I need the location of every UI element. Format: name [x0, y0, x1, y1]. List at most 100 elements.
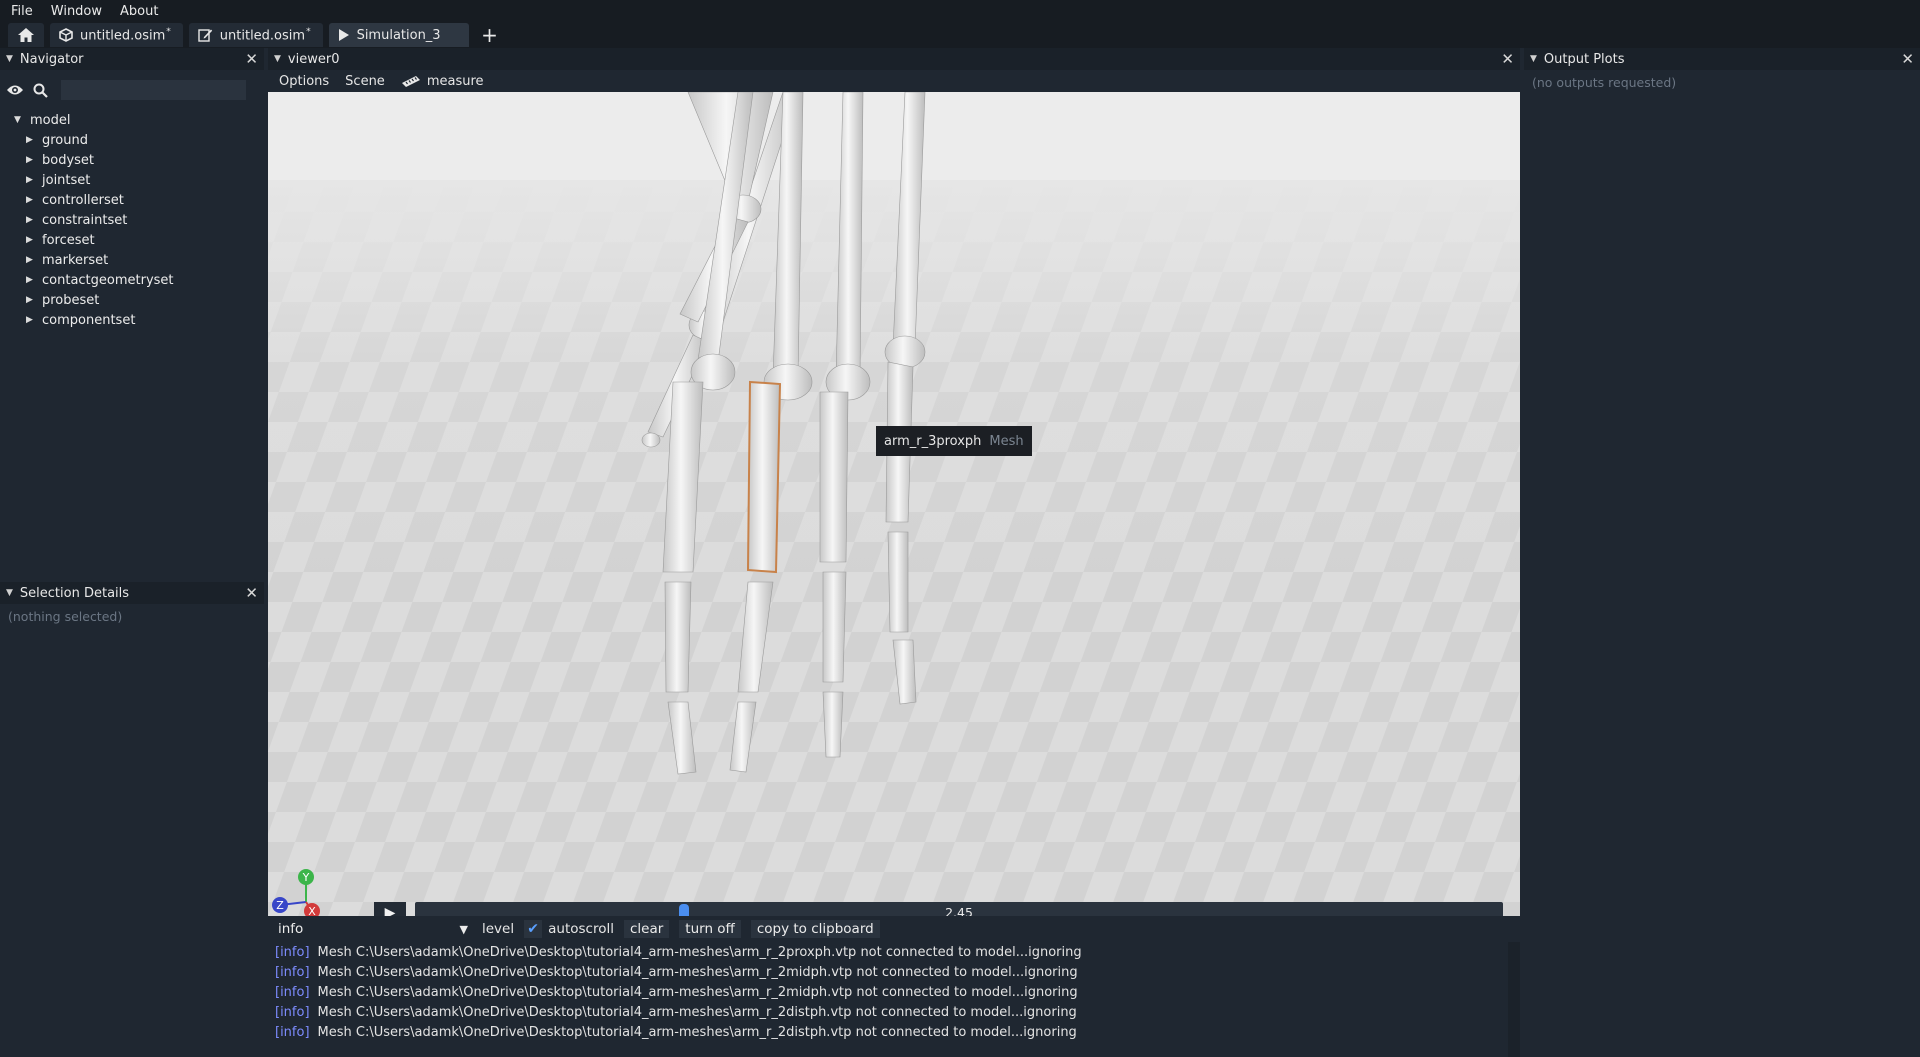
log-scrollbar[interactable]	[1508, 942, 1520, 1057]
level-label: level	[482, 921, 515, 937]
collapsed-arrow-icon: ▶	[26, 155, 33, 165]
collapse-icon[interactable]: ▼	[274, 54, 281, 64]
collapsed-arrow-icon: ▶	[26, 215, 33, 225]
tree-item-label: constraintset	[42, 212, 128, 228]
tab-simulation[interactable]: Simulation_3	[328, 23, 469, 47]
axes-gizmo[interactable]: Y Z X	[270, 869, 340, 916]
viewer-panel: ▼ viewer0 ✕ Options Scene measure arm_r_…	[268, 48, 1520, 916]
log-line: [info] Mesh C:\Users\adamk\OneDrive\Deskt…	[275, 984, 1078, 1000]
collapsed-arrow-icon: ▶	[26, 195, 33, 205]
close-icon[interactable]: ✕	[1501, 50, 1514, 68]
log-line: [info] Mesh C:\Users\adamk\OneDrive\Deskt…	[275, 964, 1078, 980]
autoscroll-label: autoscroll	[548, 921, 614, 937]
tab-label: untitled.osim*	[80, 26, 171, 44]
panel-title: Navigator	[19, 51, 84, 67]
dropdown-arrow-icon: ▼	[459, 922, 468, 936]
log-panel: info ▼ level ✔ autoscroll clear turn off…	[268, 918, 1520, 1057]
turn-off-button[interactable]: turn off	[679, 920, 741, 938]
close-icon[interactable]: ✕	[245, 50, 258, 68]
menu-about[interactable]: About	[109, 4, 165, 19]
navigator-search-input[interactable]	[61, 80, 246, 100]
edit-icon	[198, 29, 212, 42]
selection-header: ▼ Selection Details ✕	[0, 582, 264, 604]
measure-button[interactable]: measure	[401, 74, 484, 89]
navigator-header: ▼ Navigator ✕	[0, 48, 264, 70]
viewer-toolbar: Options Scene measure	[268, 70, 1520, 92]
menu-window[interactable]: Window	[40, 4, 109, 19]
panel-title: Output Plots	[1543, 51, 1625, 67]
log-lines: [info] Mesh C:\Users\adamk\OneDrive\Deskt…	[268, 940, 1520, 1042]
output-empty-text: (no outputs requested)	[1532, 75, 1677, 90]
tree-item-markerset[interactable]: ▶ markerset	[14, 250, 264, 270]
log-level-select[interactable]: info ▼	[278, 919, 472, 939]
play-button[interactable]: ▶	[374, 902, 406, 916]
checkmark-icon[interactable]: ✔	[524, 920, 543, 938]
clear-button[interactable]: clear	[623, 920, 670, 938]
axis-x-label: X	[308, 905, 316, 916]
tree-item-ground[interactable]: ▶ ground	[14, 130, 264, 150]
tree-item-label: componentset	[42, 312, 136, 328]
close-icon[interactable]: ✕	[245, 584, 258, 602]
tree-item-label: probeset	[42, 292, 100, 308]
tree-item-componentset[interactable]: ▶ componentset	[14, 310, 264, 330]
tab-untitled-model-2[interactable]: untitled.osim*	[188, 23, 323, 47]
add-tab-button[interactable]: +	[475, 22, 505, 48]
options-menu[interactable]: Options	[279, 74, 329, 89]
panel-title: viewer0	[287, 51, 340, 67]
menu-file[interactable]: File	[0, 4, 40, 19]
tree-item-probeset[interactable]: ▶ probeset	[14, 290, 264, 310]
tree-item-constraintset[interactable]: ▶ constraintset	[14, 210, 264, 230]
selection-empty-text: (nothing selected)	[8, 609, 123, 624]
tree-item-bodyset[interactable]: ▶ bodyset	[14, 150, 264, 170]
log-level-value: info	[278, 921, 304, 937]
axis-z-label: Z	[276, 899, 284, 912]
hover-tooltip: arm_r_3proxph Mesh	[876, 426, 1032, 456]
time-scrubber[interactable]: 2.45	[415, 902, 1503, 916]
play-icon: ▶	[384, 905, 396, 916]
tree-item-jointset[interactable]: ▶ jointset	[14, 170, 264, 190]
collapsed-arrow-icon: ▶	[26, 235, 33, 245]
tree-item-label: forceset	[42, 232, 95, 248]
tree-item-contactgeometryset[interactable]: ▶ contactgeometryset	[14, 270, 264, 290]
tree-item-label: contactgeometryset	[42, 272, 174, 288]
search-icon	[33, 83, 48, 98]
tooltip-name: arm_r_3proxph	[884, 433, 982, 449]
autoscroll-toggle[interactable]: ✔ autoscroll	[524, 920, 614, 938]
measure-label: measure	[426, 73, 484, 89]
tree-item-model[interactable]: ▼ model	[14, 110, 264, 130]
play-icon	[338, 29, 349, 41]
navigator-toolbar	[0, 70, 264, 110]
tree-item-label: ground	[42, 132, 88, 148]
log-line: [info] Mesh C:\Users\adamk\OneDrive\Deskt…	[275, 1024, 1077, 1040]
tree-item-forceset[interactable]: ▶ forceset	[14, 230, 264, 250]
tree-item-label: bodyset	[42, 152, 95, 168]
log-line: [info] Mesh C:\Users\adamk\OneDrive\Deskt…	[275, 1004, 1077, 1020]
selection-details-panel: ▼ Selection Details ✕ (nothing selected)	[0, 582, 264, 1057]
tab-untitled-model-1[interactable]: untitled.osim*	[50, 23, 183, 47]
3d-viewport[interactable]: arm_r_3proxph Mesh Y Z X ▶ 2.45	[268, 92, 1520, 916]
collapse-icon[interactable]: ▼	[6, 54, 13, 64]
plus-icon: +	[481, 23, 498, 47]
collapse-icon[interactable]: ▼	[1530, 54, 1537, 64]
collapsed-arrow-icon: ▶	[26, 135, 33, 145]
eye-icon[interactable]	[6, 84, 24, 96]
collapsed-arrow-icon: ▶	[26, 315, 33, 325]
tab-bar: untitled.osim* untitled.osim* Simulation…	[0, 22, 1920, 48]
collapsed-arrow-icon: ▶	[26, 255, 33, 265]
tab-label: Simulation_3	[356, 27, 441, 43]
tree-item-controllerset[interactable]: ▶ controllerset	[14, 190, 264, 210]
viewer-header: ▼ viewer0 ✕	[268, 48, 1520, 70]
collapse-icon[interactable]: ▼	[6, 588, 13, 598]
copy-to-clipboard-button[interactable]: copy to clipboard	[750, 920, 880, 938]
collapsed-arrow-icon: ▶	[26, 295, 33, 305]
ruler-icon	[401, 76, 420, 87]
home-icon	[18, 28, 34, 42]
scene-render	[268, 92, 1520, 916]
scene-menu[interactable]: Scene	[345, 74, 385, 89]
tab-label: untitled.osim*	[219, 26, 311, 44]
tab-home[interactable]	[8, 23, 44, 47]
tree-item-label: markerset	[42, 252, 109, 268]
close-icon[interactable]: ✕	[1901, 50, 1914, 68]
collapsed-arrow-icon: ▶	[26, 175, 33, 185]
panel-title: Selection Details	[19, 585, 130, 601]
